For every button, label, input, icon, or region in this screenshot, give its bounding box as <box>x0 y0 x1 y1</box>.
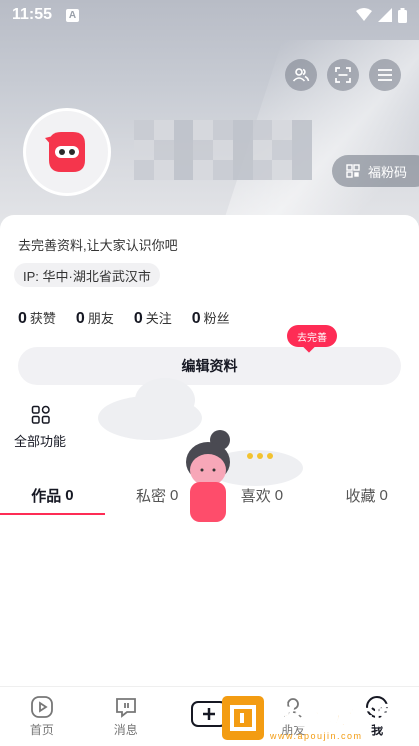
stat-label: 关注 <box>145 311 172 326</box>
stat-label: 获赞 <box>29 311 56 326</box>
qr-code-icon <box>346 164 360 178</box>
status-bar: 11:55 A <box>0 0 419 30</box>
stat-friends[interactable]: 0 朋友 <box>76 308 114 328</box>
watermark-url: www.apoujin.com <box>270 730 363 741</box>
qr-label: 福粉码 <box>367 164 407 180</box>
menu-button[interactable] <box>369 59 401 91</box>
watermark-text: 欧全软件园 www.apoujin.com <box>270 696 400 741</box>
wifi-icon <box>356 8 372 21</box>
nav-messages[interactable]: 消息 <box>84 687 168 746</box>
scan-icon <box>335 67 351 83</box>
battery-icon <box>398 7 407 23</box>
stat-followers[interactable]: 0 粉丝 <box>192 308 230 328</box>
empty-state-illustration <box>98 378 303 522</box>
stat-likes[interactable]: 0 获赞 <box>18 308 56 328</box>
scan-button[interactable] <box>327 59 359 91</box>
watermark-name: 欧全软件园 <box>270 702 400 730</box>
tab-count: 0 <box>65 486 74 504</box>
nav-home[interactable]: 首页 <box>0 687 84 746</box>
message-icon <box>115 698 136 718</box>
header-actions <box>285 59 401 91</box>
status-icons <box>356 7 407 23</box>
grid-apps-icon <box>31 405 50 424</box>
tab-favorites[interactable]: 收藏 0 <box>314 477 419 513</box>
signal-icon <box>378 8 392 22</box>
username-blurred <box>134 120 312 180</box>
complete-profile-badge[interactable]: 去完善 <box>287 325 337 347</box>
status-time: 11:55 <box>12 6 53 23</box>
friends-button[interactable] <box>285 59 317 91</box>
stat-label: 粉丝 <box>203 311 230 326</box>
plus-icon <box>203 708 216 720</box>
stat-number: 0 <box>18 310 27 327</box>
all-functions-button[interactable]: 全部功能 <box>14 405 74 450</box>
ip-location-chip: IP: 华中·湖北省武汉市 <box>14 263 160 287</box>
tab-label: 作品 <box>31 487 62 505</box>
notification-a-icon: A <box>66 8 80 22</box>
avatar[interactable] <box>23 108 111 196</box>
play-circle-icon <box>30 696 53 718</box>
all-functions-label: 全部功能 <box>14 434 67 449</box>
friends-icon <box>292 68 310 82</box>
site-watermark: 欧全软件园 www.apoujin.com <box>222 690 419 746</box>
stat-number: 0 <box>133 310 143 327</box>
stat-number: 0 <box>191 310 201 327</box>
menu-icon <box>378 69 392 81</box>
stat-label: 朋友 <box>87 311 114 326</box>
stat-number: 0 <box>75 310 85 327</box>
watermark-logo-icon <box>222 696 264 740</box>
tab-label: 收藏 <box>345 487 376 505</box>
fan-qr-code-button[interactable]: 福粉码 <box>331 155 419 187</box>
tab-count: 0 <box>379 486 388 504</box>
bio-prompt[interactable]: 去完善资料,让大家认识你吧 <box>18 235 178 254</box>
nav-label: 消息 <box>113 723 138 737</box>
stat-following[interactable]: 0 关注 <box>134 308 172 328</box>
nav-label: 首页 <box>29 723 54 737</box>
stats-row: 0 获赞 0 朋友 0 关注 0 粉丝 <box>18 308 230 328</box>
default-avatar-mask-icon <box>45 132 85 172</box>
